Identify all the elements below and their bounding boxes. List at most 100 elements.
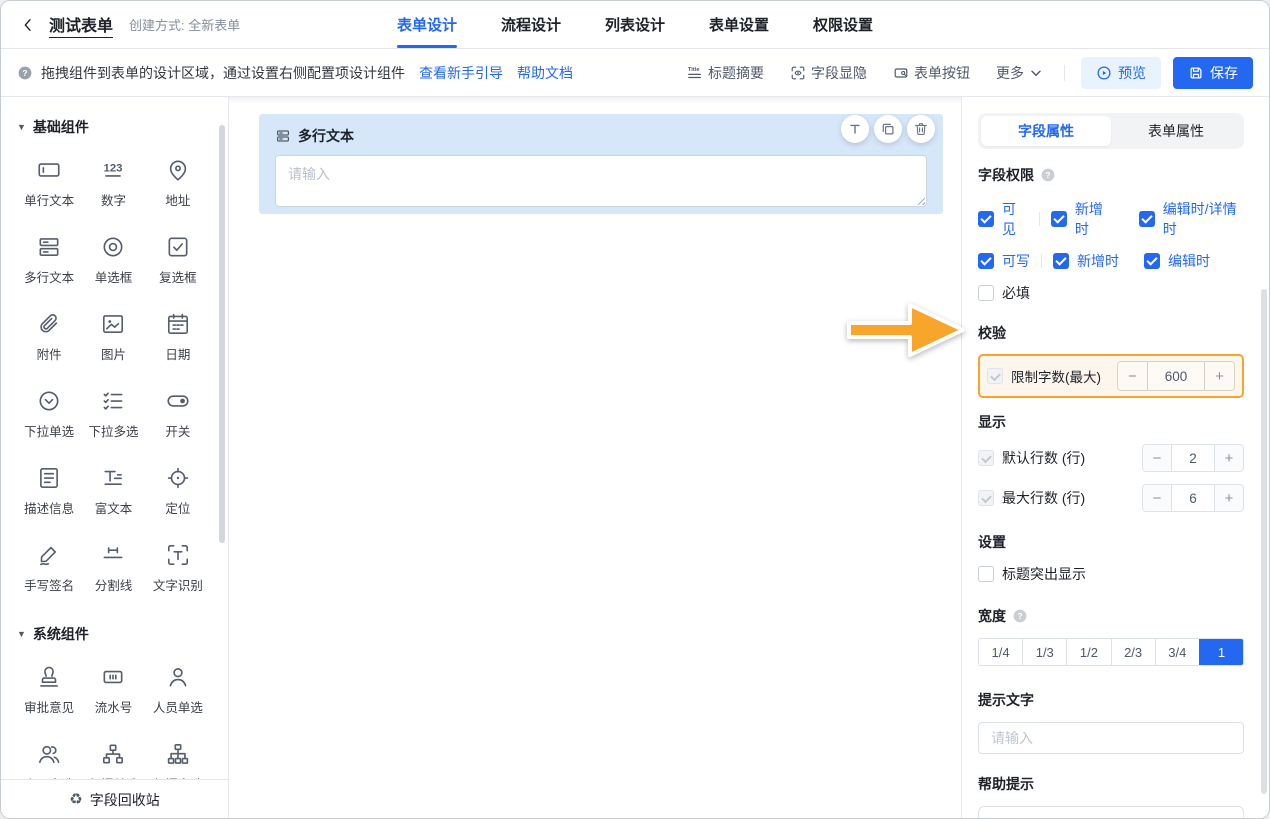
component-item-富文本[interactable]: 富文本	[81, 465, 145, 517]
width-title: 宽度 ?	[978, 606, 1244, 626]
checkbox-label[interactable]: 编辑时	[1168, 251, 1210, 271]
checkbox-label[interactable]: 编辑时/详情时	[1163, 199, 1244, 239]
toolbar-action-字段显隐[interactable]: 字段显隐	[790, 63, 867, 83]
switch-icon	[165, 388, 191, 414]
width-option-2/3[interactable]: 2/3	[1111, 639, 1155, 665]
component-item-描述信息[interactable]: 描述信息	[17, 465, 81, 517]
stepper-value[interactable]: 2	[1171, 445, 1215, 471]
component-item-人员单选[interactable]: 人员单选	[146, 664, 210, 716]
component-item-开关[interactable]: 开关	[146, 388, 210, 440]
width-option-1/3[interactable]: 1/3	[1022, 639, 1066, 665]
char-limit-row-highlighted: 限制字数(最大) − 600 +	[978, 354, 1244, 398]
stepper-minus-button[interactable]: −	[1143, 445, 1171, 471]
checkbox-label[interactable]: 可见	[1002, 199, 1028, 239]
checkbox-writable-on-edit[interactable]	[1144, 253, 1160, 269]
settings-title: 设置	[978, 532, 1244, 552]
width-option-1[interactable]: 1	[1199, 639, 1243, 665]
display-row-label: 最大行数 (行)	[1002, 488, 1085, 508]
toolbar-action-标题摘要[interactable]: Title标题摘要	[687, 63, 764, 83]
component-item-多行文本[interactable]: 多行文本	[17, 234, 81, 286]
stepper-plus-button[interactable]: +	[1215, 485, 1243, 511]
checkbox-writable-on-create[interactable]	[1053, 253, 1069, 269]
date-icon	[165, 311, 191, 337]
sidebar-group-title[interactable]: ▼系统组件	[17, 624, 210, 644]
help-tip-textarea[interactable]	[978, 806, 1244, 819]
stepper-plus-button[interactable]: +	[1205, 362, 1234, 390]
component-item-附件[interactable]: 附件	[17, 311, 81, 363]
more-button[interactable]: 更多	[996, 63, 1044, 83]
component-item-审批意见[interactable]: 审批意见	[17, 664, 81, 716]
sidebar-scrollbar[interactable]	[219, 125, 225, 543]
toolbar-link[interactable]: 查看新手引导	[419, 63, 503, 83]
person-single-icon	[165, 664, 191, 690]
tab-form-properties[interactable]: 表单属性	[1111, 116, 1241, 146]
field-textarea[interactable]	[275, 155, 927, 207]
duplicate-field-button[interactable]	[874, 115, 902, 143]
tab-列表设计[interactable]: 列表设计	[605, 1, 665, 48]
panel-scrollbar[interactable]	[1261, 289, 1267, 794]
component-item-单选框[interactable]: 单选框	[81, 234, 145, 286]
recycle-icon: ♻	[69, 792, 82, 807]
stepper-minus-button[interactable]: −	[1118, 362, 1147, 390]
tab-field-properties[interactable]: 字段属性	[981, 116, 1111, 146]
toolbar-link[interactable]: 帮助文档	[517, 63, 573, 83]
tab-权限设置[interactable]: 权限设置	[813, 1, 873, 48]
stepper-value[interactable]: 6	[1171, 485, 1215, 511]
checkbox-label[interactable]: 新增时	[1075, 199, 1114, 239]
svg-text:123: 123	[104, 163, 123, 175]
width-option-1/4[interactable]: 1/4	[979, 639, 1022, 665]
width-option-1/2[interactable]: 1/2	[1066, 639, 1110, 665]
checkbox-label[interactable]: 必填	[1002, 283, 1030, 303]
component-item-单行文本[interactable]: 单行文本	[17, 157, 81, 209]
component-item-手写签名[interactable]: 手写签名	[17, 542, 81, 594]
checkbox-label[interactable]: 可写	[1002, 251, 1030, 271]
multiline-text-icon	[36, 234, 62, 260]
component-item-文字识别[interactable]: 文字识别	[146, 542, 210, 594]
hint-text-input[interactable]	[978, 722, 1244, 754]
char-limit-value[interactable]: 600	[1147, 362, 1205, 390]
component-item-下拉单选[interactable]: 下拉单选	[17, 388, 81, 440]
stepper-plus-button[interactable]: +	[1215, 445, 1243, 471]
width-option-3/4[interactable]: 3/4	[1155, 639, 1199, 665]
help-icon[interactable]: ?	[1040, 167, 1056, 183]
component-item-下拉多选[interactable]: 下拉多选	[81, 388, 145, 440]
help-icon[interactable]: ?	[1012, 608, 1028, 624]
tab-表单设计[interactable]: 表单设计	[397, 1, 457, 48]
field-recycle-bin-button[interactable]: ♻ 字段回收站	[1, 779, 228, 819]
checkbox-required[interactable]	[978, 285, 994, 301]
component-item-数字[interactable]: 123数字	[81, 157, 145, 209]
component-item-分割线[interactable]: 分割线	[81, 542, 145, 594]
preview-button[interactable]: 预览	[1081, 57, 1161, 89]
toolbar-action-表单按钮[interactable]: 表单按钮	[893, 63, 970, 83]
component-item-定位[interactable]: 定位	[146, 465, 210, 517]
selected-field-card[interactable]: 多行文本	[259, 114, 943, 214]
checkbox-title-highlight[interactable]	[978, 566, 994, 582]
checkbox-visible-on-edit-detail[interactable]	[1139, 211, 1155, 227]
component-item-地址[interactable]: 地址	[146, 157, 210, 209]
save-button[interactable]: 保存	[1173, 57, 1253, 89]
form-canvas[interactable]: 多行文本	[229, 97, 961, 819]
checkbox-label[interactable]: 标题突出显示	[1002, 564, 1086, 584]
delete-field-button[interactable]	[907, 115, 935, 143]
title-highlight-row: 标题突出显示	[978, 564, 1244, 584]
display-row: 默认行数 (行)−2+	[978, 444, 1244, 472]
field-visibility-icon	[790, 65, 806, 81]
sidebar-group-title[interactable]: ▼基础组件	[17, 117, 210, 137]
component-item-图片[interactable]: 图片	[81, 311, 145, 363]
checkbox-visible[interactable]	[978, 211, 994, 227]
tab-流程设计[interactable]: 流程设计	[501, 1, 561, 48]
component-item-流水号[interactable]: 流水号	[81, 664, 145, 716]
checkbox-writable[interactable]	[978, 253, 994, 269]
component-label: 审批意见	[24, 697, 74, 716]
component-item-复选框[interactable]: 复选框	[146, 234, 210, 286]
toggle-title-button[interactable]	[841, 115, 869, 143]
component-label: 下拉单选	[24, 421, 74, 440]
tab-表单设置[interactable]: 表单设置	[709, 1, 769, 48]
component-item-日期[interactable]: 日期	[146, 311, 210, 363]
back-button[interactable]	[17, 14, 39, 36]
resize-handle[interactable]	[916, 196, 925, 205]
checkbox-label[interactable]: 新增时	[1077, 251, 1119, 271]
page-title[interactable]: 测试表单	[49, 12, 113, 38]
checkbox-visible-on-create[interactable]	[1051, 211, 1067, 227]
stepper-minus-button[interactable]: −	[1143, 485, 1171, 511]
